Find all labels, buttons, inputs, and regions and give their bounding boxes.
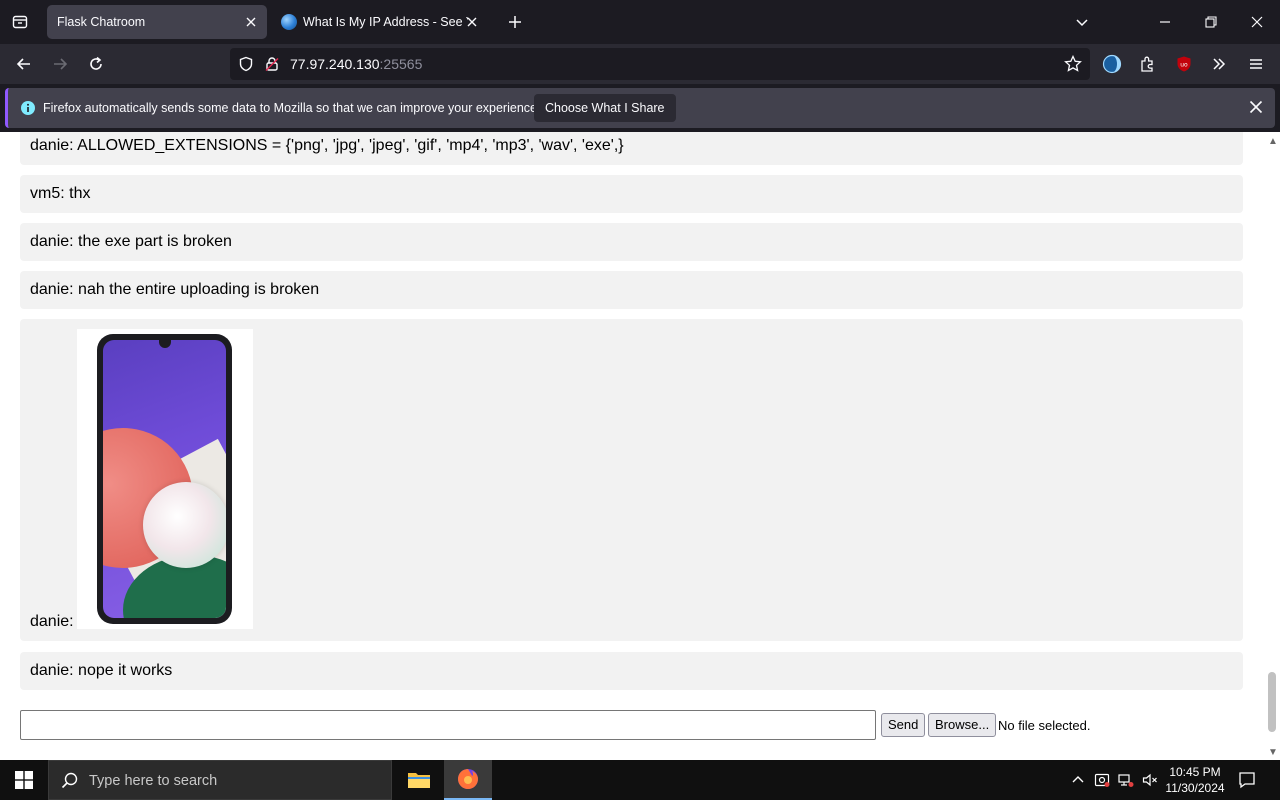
security-tray-icon[interactable] [1092,770,1112,790]
message-sender: danie: [30,613,74,630]
extension-darkreader-icon[interactable] [1100,52,1124,76]
chat-message: vm5: thx [20,175,1243,213]
tab-strip: Flask Chatroom What Is My IP Address - S… [0,0,1280,44]
tab-title: Flask Chatroom [57,15,146,29]
forward-arrow-icon[interactable] [48,52,72,76]
tab-flask-chatroom[interactable]: Flask Chatroom [47,5,267,39]
browse-file-button[interactable]: Browse... [928,713,997,737]
tab-what-is-my-ip[interactable]: What Is My IP Address - See Your Public … [270,5,488,39]
notification-message: Firefox automatically sends some data to… [43,101,541,115]
chat-message: danie: ALLOWED_EXTENSIONS = {'png', 'jpg… [20,132,1243,165]
url-host: 77.97.240.130 [290,56,380,72]
svg-text:uo: uo [1180,62,1188,69]
file-status: No file selected. [998,718,1091,733]
ublock-origin-icon[interactable]: uo [1172,52,1196,76]
choose-what-i-share-button[interactable]: Choose What I Share [534,94,676,122]
file-explorer-icon[interactable] [395,760,443,800]
chat-message-image: danie: [20,319,1243,641]
taskbar-clock[interactable]: 10:45 PM 11/30/2024 [1160,764,1230,796]
search-icon [61,772,78,794]
close-tab-icon[interactable] [464,14,480,30]
hamburger-menu-icon[interactable] [1244,52,1268,76]
chat-message: danie: nah the entire uploading is broke… [20,271,1243,309]
scroll-up-icon[interactable]: ▲ [1268,136,1278,147]
minimize-icon[interactable] [1153,10,1177,34]
windows-taskbar: Type here to search 10:45 PM 11/30/2024 [0,760,1280,800]
page-scrollbar[interactable]: ▲ ▼ [1264,132,1280,760]
close-window-icon[interactable] [1245,10,1269,34]
send-button[interactable]: Send [881,713,926,737]
globe-icon [281,14,297,30]
list-all-tabs-icon[interactable] [1070,10,1094,34]
action-center-icon[interactable] [1237,770,1257,790]
firefox-view-icon[interactable] [8,10,32,34]
restore-icon[interactable] [1199,10,1223,34]
phone-screen [103,340,226,618]
scroll-down-icon[interactable]: ▼ [1268,747,1278,758]
back-arrow-icon[interactable] [12,52,36,76]
shield-icon[interactable] [238,56,254,77]
volume-muted-icon[interactable] [1140,770,1160,790]
windows-start-icon[interactable] [0,760,48,800]
navigation-toolbar: 77.97.240.130:25565 uo [0,44,1280,84]
network-tray-icon[interactable] [1116,770,1136,790]
message-composer: Send Browse... No file selected. [20,710,1220,740]
show-hidden-icons-chevron[interactable] [1068,770,1088,790]
chat-message: danie: nope it works [20,652,1243,690]
url-port: :25565 [379,56,423,72]
firefox-taskbar-icon[interactable] [444,760,492,800]
lock-insecure-icon[interactable] [264,56,280,77]
extensions-puzzle-icon[interactable] [1136,52,1160,76]
chat-message: danie: the exe part is broken [20,223,1243,261]
overflow-chevrons-icon[interactable] [1207,52,1231,76]
new-tab-icon[interactable] [503,10,527,34]
clock-time: 10:45 PM [1169,765,1221,779]
url-bar[interactable]: 77.97.240.130:25565 [230,48,1090,80]
taskbar-search-box[interactable]: Type here to search [48,760,392,800]
bookmark-star-icon[interactable] [1061,52,1085,76]
reload-icon[interactable] [84,52,108,76]
phone-body [97,334,232,624]
search-placeholder: Type here to search [89,773,218,789]
clock-date: 11/30/2024 [1165,781,1225,795]
close-notification-icon[interactable] [1249,100,1263,119]
tab-title: What Is My IP Address - See Your Public … [303,15,468,29]
close-tab-icon[interactable] [243,14,259,30]
telemetry-notification-bar: Firefox automatically sends some data to… [5,88,1275,128]
info-icon [20,100,36,121]
wallpaper-pearl [143,482,226,568]
chatroom-page: danie: ALLOWED_EXTENSIONS = {'png', 'jpg… [0,132,1280,760]
smartphone-image [77,329,253,629]
url-text: 77.97.240.130:25565 [290,56,422,72]
message-input[interactable] [20,710,876,740]
camera-notch [159,340,171,348]
scroll-thumb[interactable] [1268,672,1276,732]
